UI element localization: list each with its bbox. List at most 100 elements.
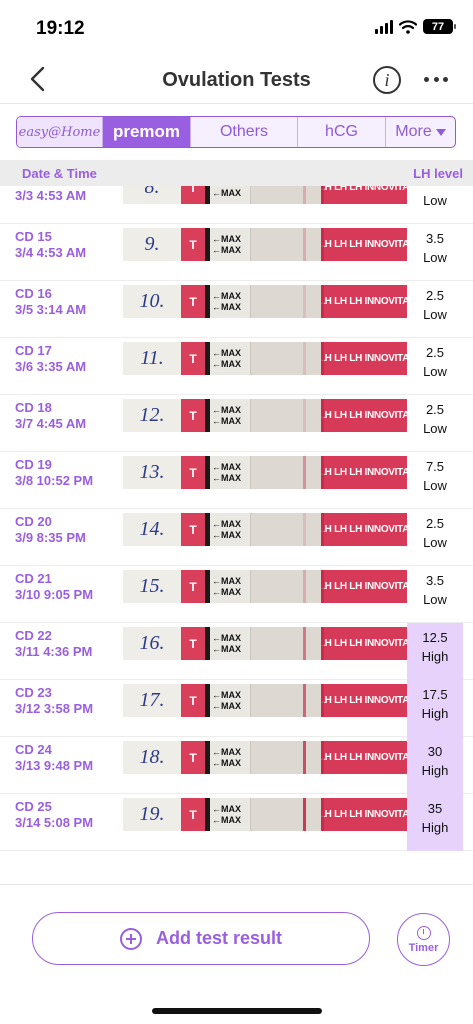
cycle-day: CD 18 [15, 400, 52, 415]
lh-level-cell: 7.5 Low [407, 452, 463, 509]
strip-brand-label: LH LH LH INNOVITA [321, 513, 407, 546]
tab-hcg[interactable]: hCG [298, 117, 386, 147]
test-datetime: 3/7 4:45 AM [15, 416, 87, 431]
strip-result-window [250, 570, 324, 603]
test-date: CD 24 3/13 9:48 PM [15, 742, 123, 774]
lh-value: 35 [427, 801, 443, 816]
strip-max-label: ←MAX [212, 746, 241, 757]
strip-result-window [250, 741, 324, 774]
brand-tabs: easy@Home premom Others hCG More [16, 116, 456, 148]
test-date: CD 19 3/8 10:52 PM [15, 457, 123, 489]
lh-level-cell: 12.5 High [407, 623, 463, 680]
strip-result-window [250, 513, 324, 546]
strip-max-marks: ←MAX←MAX [210, 570, 250, 603]
test-datetime: 3/10 9:05 PM [15, 587, 94, 602]
tab-more-label: More [395, 123, 432, 140]
strip-number: 11. [123, 342, 181, 375]
tab-more[interactable]: More [386, 117, 455, 147]
strip-max-marks: ←MAX←MAX [210, 684, 250, 717]
tab-premom[interactable]: premom [103, 117, 191, 147]
strip-max-marks: ←MAX←MAX [210, 513, 250, 546]
lh-level-cell: 3.5Low [407, 186, 463, 224]
strip-brand-label: LH LH LH INNOVITA [321, 570, 407, 603]
lh-level-label: High [421, 706, 449, 721]
strip-brand-label: LH LH LH INNOVITA [321, 627, 407, 660]
lh-level-cell: 30 High [407, 737, 463, 794]
bottom-divider [0, 884, 473, 885]
strip-max-marks: ←MAX←MAX [210, 741, 250, 774]
test-datetime: 3/6 3:35 AM [15, 359, 87, 374]
test-row[interactable]: CD 15 3/4 4:53 AM 9. T ←MAX ←MAX LH LH LH INNO… [0, 224, 473, 281]
strip-brand-label: LH LH LH INNOVITA [321, 456, 407, 489]
strip-control-line [321, 285, 324, 318]
strip-brand-label: LH LH LH INNOVITA [321, 798, 407, 831]
strip-max-label: ←MAX [212, 643, 241, 654]
test-date: CD 18 3/7 4:45 AM [15, 400, 123, 432]
cycle-day: CD 25 [15, 799, 52, 814]
lh-level-label: Low [423, 421, 447, 436]
strip-max-label: ←MAX [212, 290, 241, 301]
test-datetime: 3/5 3:14 AM [15, 302, 87, 317]
test-row[interactable]: CD 23 3/12 3:58 PM 17. T ←MAX ←MAX LH LH LH IN… [0, 680, 473, 737]
strip-max-label: ←MAX [212, 689, 241, 700]
test-row[interactable]: CD 143/3 4:53 AM8.T ←MAX←MAX LH LH LH INNO… [0, 186, 473, 224]
test-datetime: 3/3 4:53 AM [15, 188, 87, 203]
stopwatch-icon [416, 925, 431, 940]
lh-level-header: LH level [413, 166, 463, 181]
lh-value: 2.5 [425, 516, 445, 531]
cycle-day: CD 22 [15, 628, 52, 643]
test-row[interactable]: CD 22 3/11 4:36 PM 16. T ←MAX ←MAX LH LH LH IN… [0, 623, 473, 680]
test-row[interactable]: CD 21 3/10 9:05 PM 15. T ←MAX ←MAX LH LH LH IN… [0, 566, 473, 623]
strip-test-line [303, 627, 306, 660]
test-strip-image: 18. T ←MAX ←MAX LH LH LH INNOVITA [123, 741, 407, 774]
add-test-result-button[interactable]: Add test result [32, 912, 370, 965]
test-date: CD 143/3 4:53 AM [15, 186, 123, 204]
strip-control-line [321, 186, 324, 204]
nav-bar: Ovulation Tests i [0, 56, 473, 104]
more-options-icon[interactable] [420, 64, 452, 94]
test-row[interactable]: CD 20 3/9 8:35 PM 14. T ←MAX ←MAX LH LH LH INN… [0, 509, 473, 566]
strip-test-line [303, 570, 306, 603]
info-icon[interactable]: i [373, 66, 401, 94]
strip-test-line [303, 741, 306, 774]
lh-level-cell: 2.5 Low [407, 281, 463, 338]
strip-result-window [250, 186, 324, 204]
strip-t-label: T [181, 456, 205, 489]
date-time-header: Date & Time [22, 166, 97, 181]
lh-level-cell: 2.5 Low [407, 395, 463, 452]
test-row[interactable]: CD 17 3/6 3:35 AM 11. T ←MAX ←MAX LH LH LH INN… [0, 338, 473, 395]
strip-number: 9. [123, 228, 181, 261]
cycle-day: CD 16 [15, 286, 52, 301]
lh-level-cell: 3.5Low [407, 566, 463, 623]
strip-test-line [303, 342, 306, 375]
strip-max-label: ←MAX [212, 347, 241, 358]
strip-number: 18. [123, 741, 181, 774]
strip-brand-label: LH LH LH INNOVITA [321, 228, 407, 261]
strip-control-line [321, 399, 324, 432]
test-strip-image: 19. T ←MAX ←MAX LH LH LH INNOVITA [123, 798, 407, 831]
test-strip-image: 14. T ←MAX ←MAX LH LH LH INNOVITA [123, 513, 407, 546]
strip-result-window [250, 456, 324, 489]
strip-number: 14. [123, 513, 181, 546]
tab-easy-home[interactable]: easy@Home [17, 117, 103, 147]
test-strip-image: 15. T ←MAX ←MAX LH LH LH INNOVITA [123, 570, 407, 603]
strip-max-label: ←MAX [212, 803, 241, 814]
test-row[interactable]: CD 19 3/8 10:52 PM 13. T ←MAX ←MAX LH LH LH IN… [0, 452, 473, 509]
strip-t-label: T [181, 228, 205, 261]
strip-t-label: T [181, 570, 205, 603]
column-header: Date & Time LH level [0, 160, 473, 186]
strip-number: 13. [123, 456, 181, 489]
strip-result-window [250, 684, 324, 717]
tab-others[interactable]: Others [191, 117, 298, 147]
test-row[interactable]: CD 16 3/5 3:14 AM 10. T ←MAX ←MAX LH LH LH INN… [0, 281, 473, 338]
timer-button[interactable]: Timer [397, 913, 450, 966]
test-row[interactable]: CD 18 3/7 4:45 AM 12. T ←MAX ←MAX LH LH LH INN… [0, 395, 473, 452]
strip-result-window [250, 228, 324, 261]
lh-level-label: Low [423, 535, 447, 550]
test-strip-image: 17. T ←MAX ←MAX LH LH LH INNOVITA [123, 684, 407, 717]
strip-t-label: T [181, 513, 205, 546]
test-row[interactable]: CD 25 3/14 5:08 PM 19. T ←MAX ←MAX LH LH LH IN… [0, 794, 473, 851]
lh-level-label: High [421, 820, 449, 835]
lh-level-label: Low [423, 307, 447, 322]
test-row[interactable]: CD 24 3/13 9:48 PM 18. T ←MAX ←MAX LH LH LH IN… [0, 737, 473, 794]
